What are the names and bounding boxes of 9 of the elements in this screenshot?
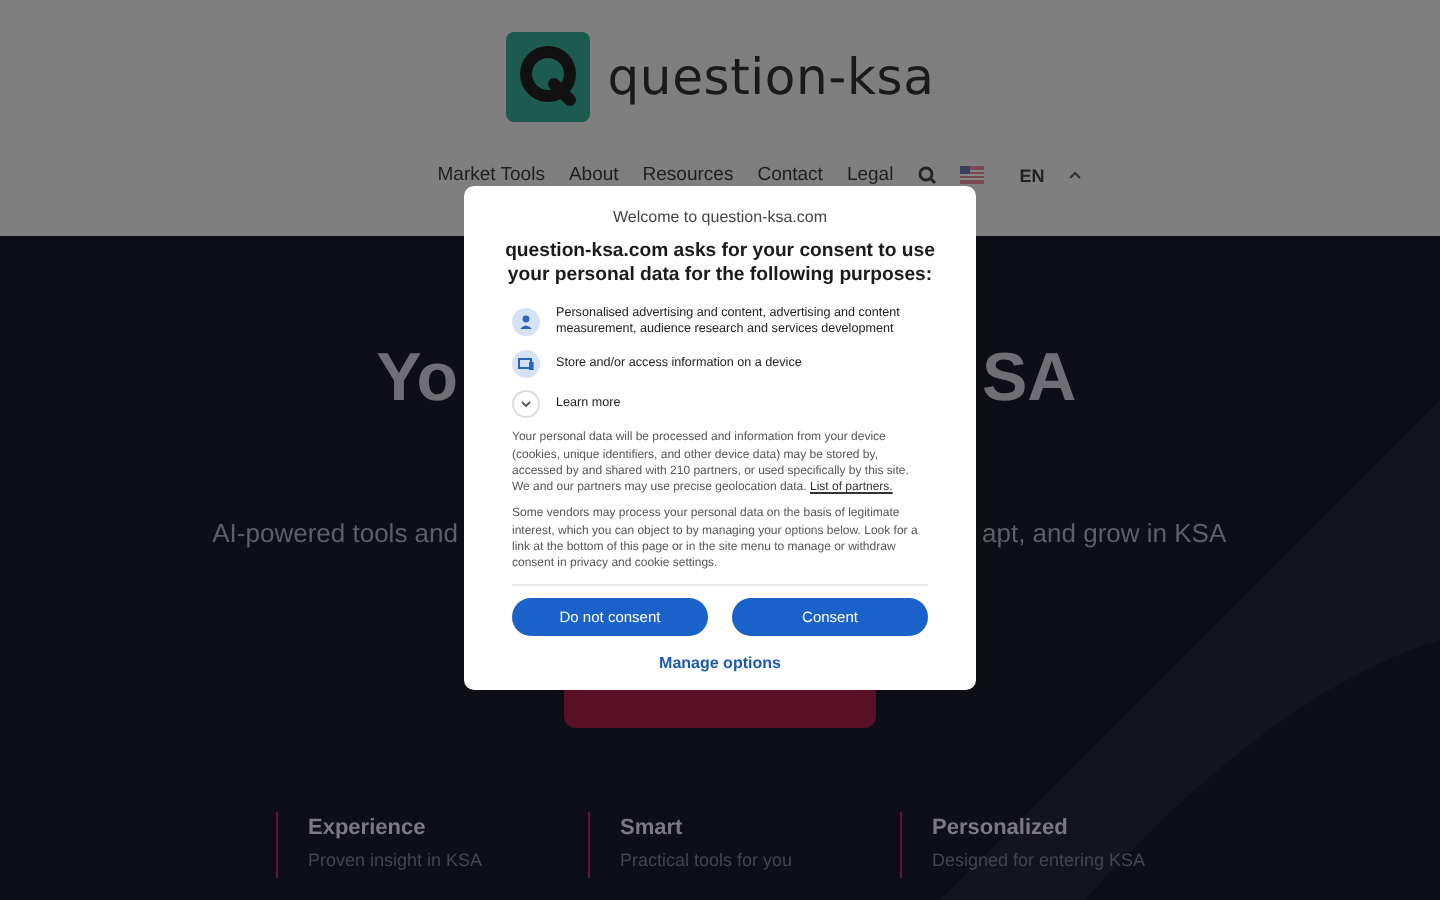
dialog-heading: question-ksa.com asks for your consent to use your personal data for the following purposes: (503, 240, 937, 290)
feature-title: Experience (308, 816, 428, 840)
hero-subtitle: apt, and grow in KSA (982, 518, 1227, 548)
hero-title: Yo (376, 340, 458, 418)
feature-title: Personalized (932, 816, 1070, 840)
feature-title: Smart (620, 816, 685, 840)
hero-title: SA (982, 340, 1077, 418)
dialog-welcome: Welcome to question-ksa.com (610, 208, 829, 226)
hero-subtitle: AI-powered tools and (212, 518, 458, 548)
